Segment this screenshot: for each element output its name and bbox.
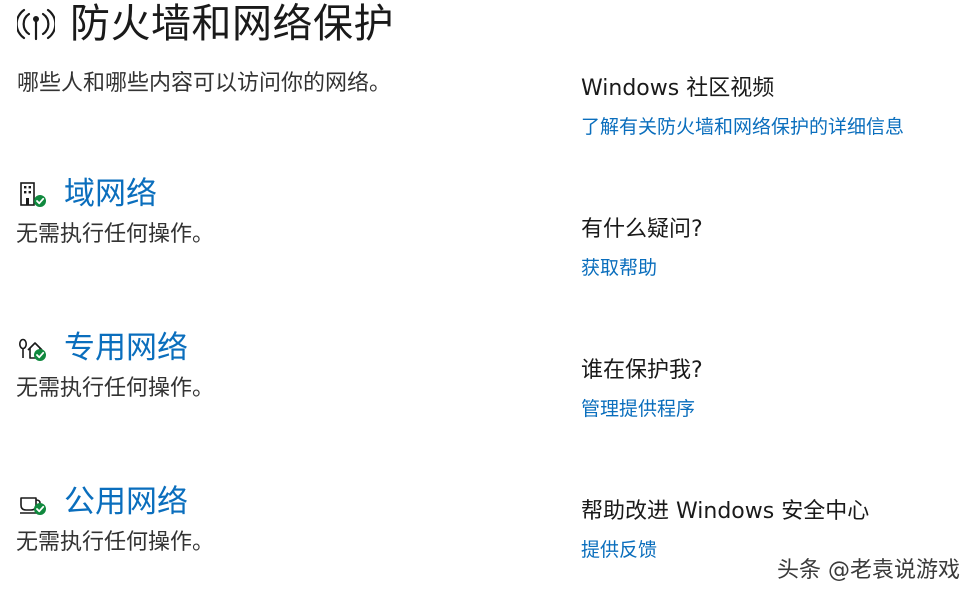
learn-more-link[interactable]: 了解有关防火墙和网络保护的详细信息 [581,114,904,140]
public-network-icon [16,486,48,518]
domain-network-link[interactable]: 域网络 [64,172,157,216]
page-header: 防火墙和网络保护 [16,0,394,48]
page-subtitle: 哪些人和哪些内容可以访问你的网络。 [17,71,392,96]
private-network-icon [16,332,48,364]
who-protects-title: 谁在保护我? [581,358,703,383]
questions-title: 有什么疑问? [581,217,703,242]
private-network-link[interactable]: 专用网络 [64,326,188,370]
watermark: 头条 @老袁说游戏 [777,558,960,583]
give-feedback-link[interactable]: 提供反馈 [581,537,657,563]
questions-section: 有什么疑问? 获取帮助 [581,215,971,281]
private-network-section: 专用网络 无需执行任何操作。 [16,326,536,404]
public-network-section: 公用网络 无需执行任何操作。 [16,480,536,558]
get-help-link[interactable]: 获取帮助 [581,255,657,281]
manage-providers-link[interactable]: 管理提供程序 [581,396,695,422]
domain-network-icon [16,178,48,210]
public-network-status: 无需执行任何操作。 [16,530,215,555]
antenna-icon [16,4,56,44]
domain-network-section: 域网络 无需执行任何操作。 [16,172,536,250]
domain-network-status: 无需执行任何操作。 [16,222,215,247]
feedback-section: 帮助改进 Windows 安全中心 提供反馈 [581,497,971,563]
public-network-link[interactable]: 公用网络 [64,480,188,524]
private-network-status: 无需执行任何操作。 [16,376,215,401]
community-videos-title: Windows 社区视频 [581,76,775,101]
who-protects-section: 谁在保护我? 管理提供程序 [581,356,971,422]
page-title: 防火墙和网络保护 [70,1,394,47]
community-videos-section: Windows 社区视频 了解有关防火墙和网络保护的详细信息 [581,74,971,140]
feedback-title: 帮助改进 Windows 安全中心 [581,499,870,524]
